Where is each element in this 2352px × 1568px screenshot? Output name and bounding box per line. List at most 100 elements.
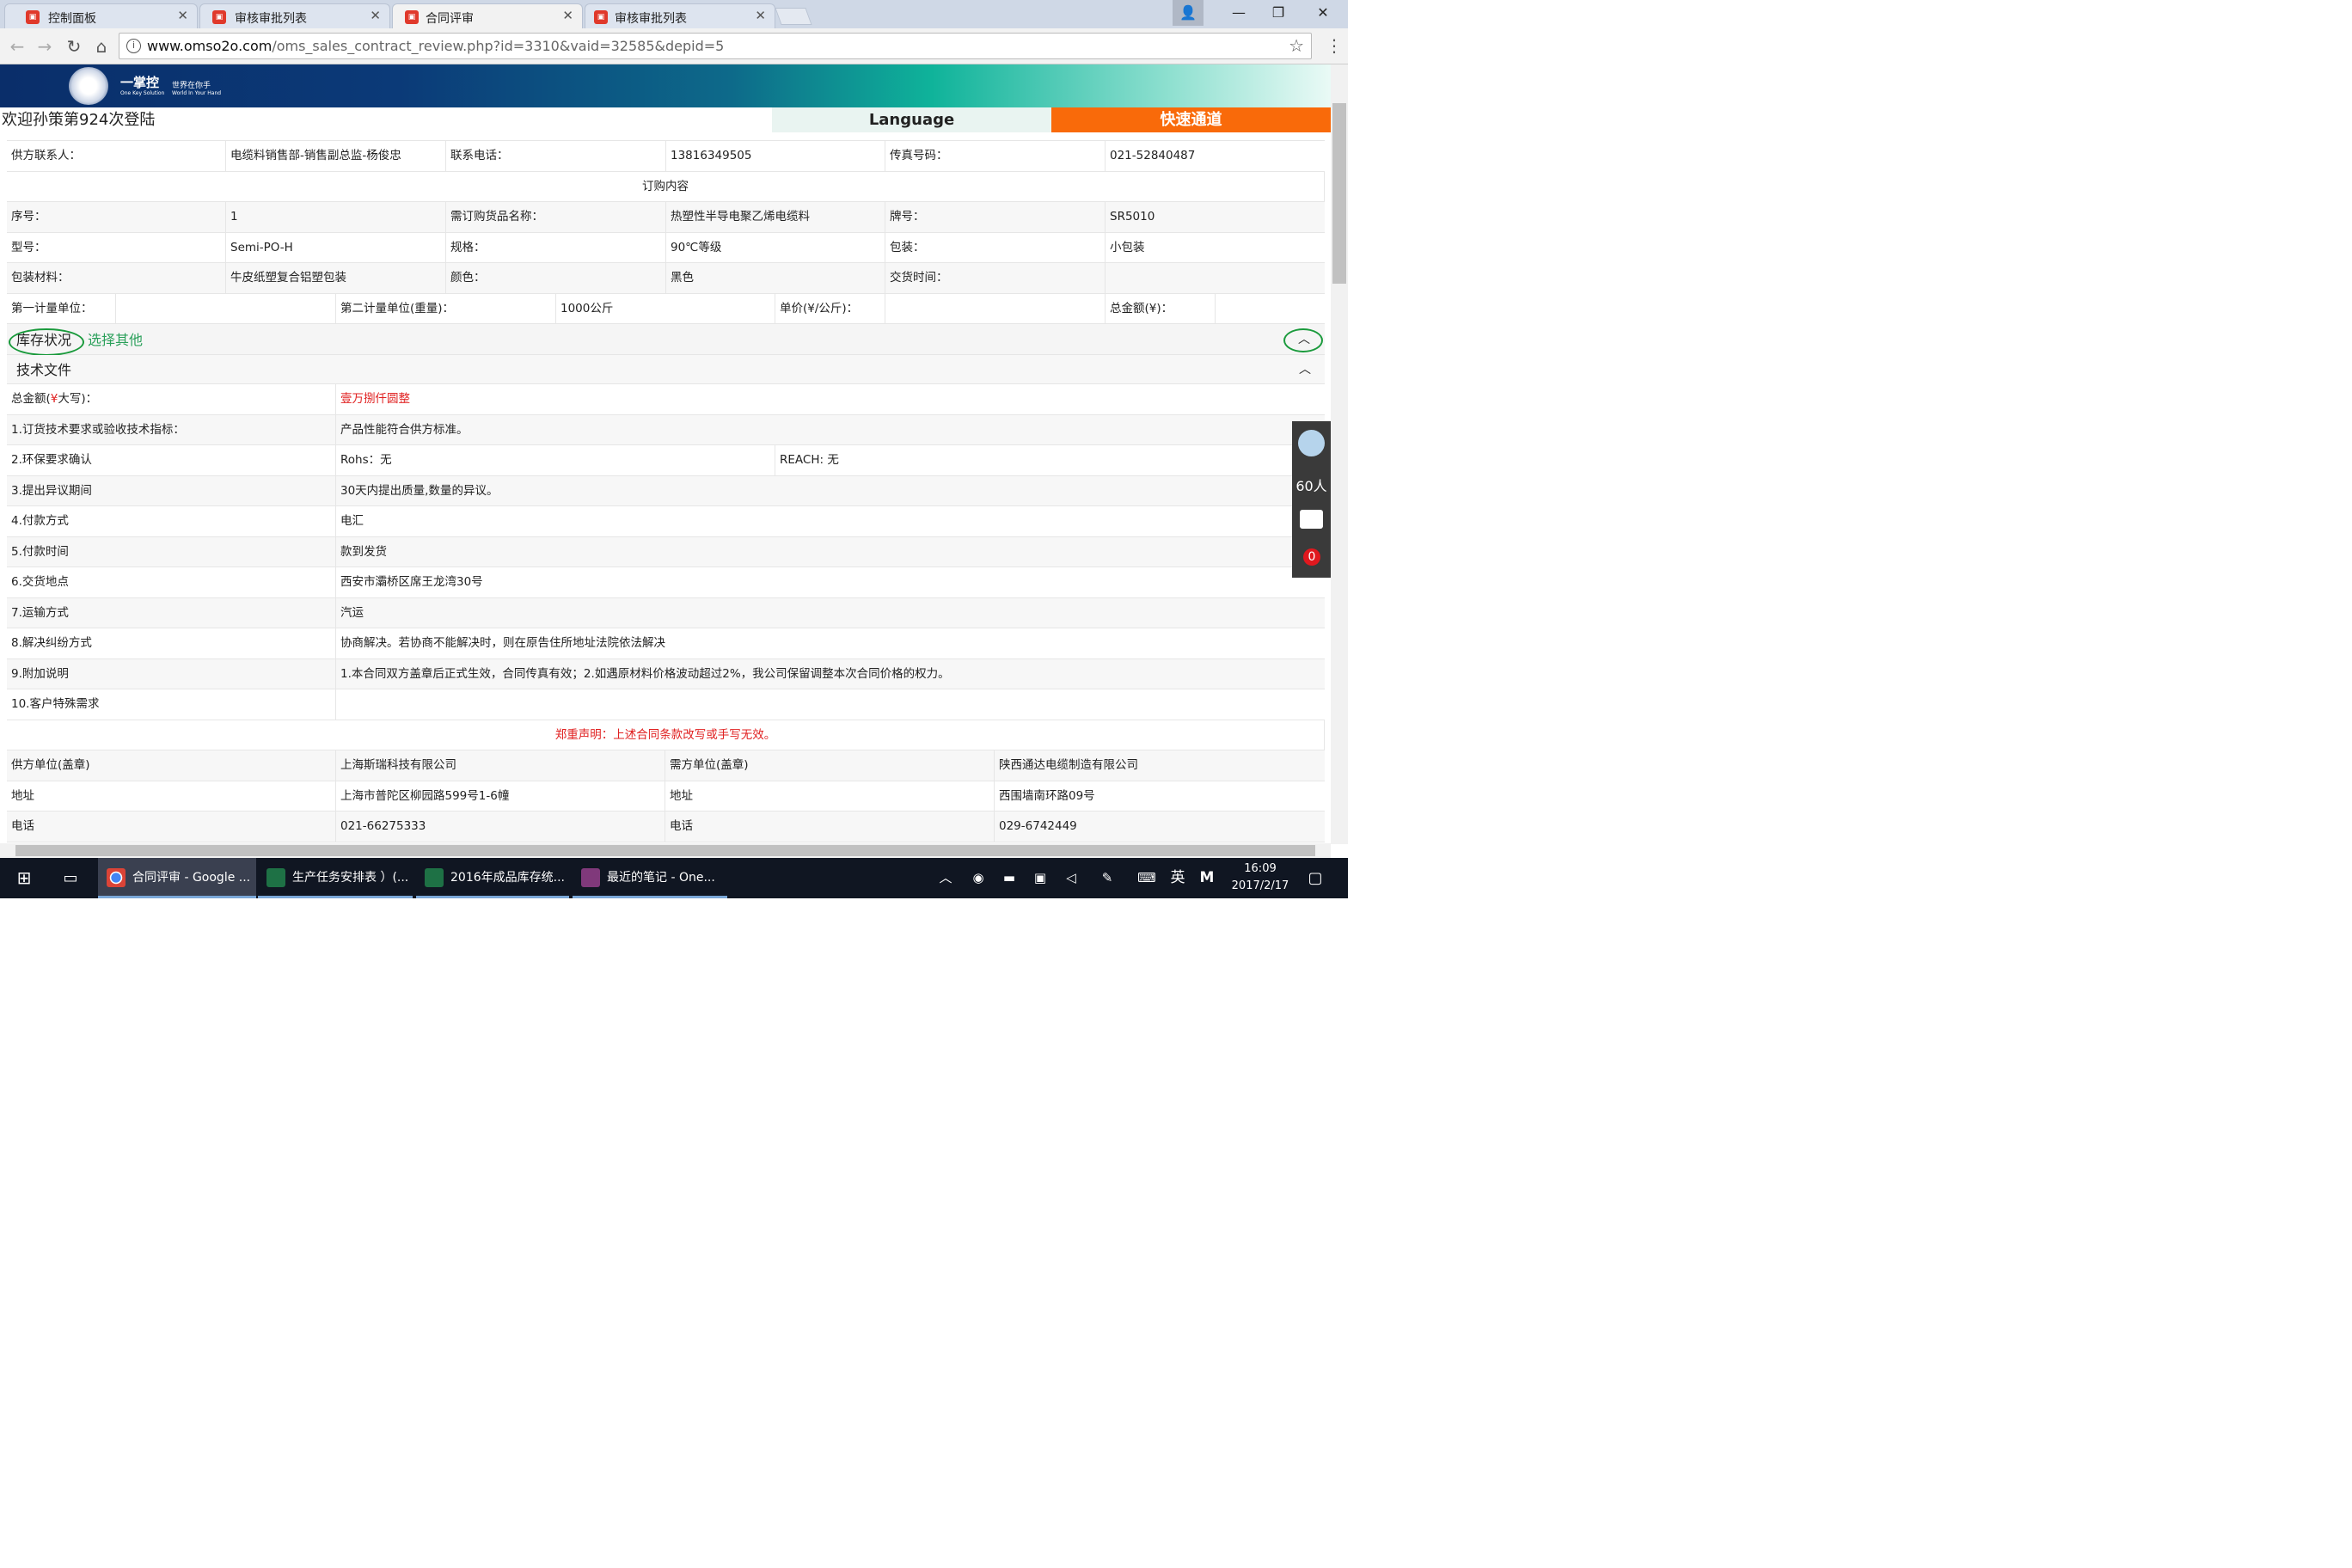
fax-value: 021-52840487 [1110, 149, 1196, 162]
browser-toolbar: ← → ↻ ⌂ i www.omso2o.com/oms_sales_contr… [0, 28, 1348, 64]
taskbar-item-excel-1[interactable]: 生产任务安排表 ）(... [258, 858, 413, 898]
select-other-link[interactable]: 选择其他 [88, 324, 143, 356]
tab-review-list[interactable]: ▣ 审核审批列表 ✕ [199, 3, 390, 28]
close-icon[interactable]: ✕ [177, 8, 188, 23]
term-value: 西安市灞桥区席王龙湾30号 [340, 575, 483, 589]
order-row-2: 型号： Semi-PO-H 规格： 90℃等级 包装： 小包装 [7, 233, 1325, 263]
profile-icon[interactable]: 👤 [1173, 0, 1204, 26]
battery-icon[interactable]: ▬ [997, 858, 1021, 898]
taskbar-item-chrome[interactable]: 合同评审 - Google ... [98, 858, 256, 898]
buyer-address-value: 西围墙南环路09号 [999, 789, 1095, 803]
term-label: 8.解决纠纷方式 [7, 628, 336, 658]
term-label: 7.运输方式 [7, 598, 336, 628]
browser-menu-icon[interactable]: ⋮ [1326, 35, 1343, 56]
taskbar-item-label: 合同评审 - Google ... [132, 871, 251, 885]
tech-files-label: 技术文件 [16, 362, 72, 378]
order-section-title: 订购内容 [7, 172, 1325, 201]
excel-icon [266, 868, 285, 887]
unit1-value [116, 294, 336, 323]
windows-start-icon[interactable]: ⊞ [7, 858, 41, 898]
url-path: /oms_sales_contract_review.php?id=3310&v… [272, 38, 725, 54]
term-label: 5.付款时间 [7, 537, 336, 567]
term-label: 4.付款方式 [7, 506, 336, 536]
order-section-row: 订购内容 [7, 172, 1325, 202]
buyer-address-label: 地址 [665, 781, 995, 811]
running-indicator [258, 896, 413, 898]
windows-taskbar: ⊞ ▭ 合同评审 - Google ... 生产任务安排表 ）(... 2016… [0, 858, 1348, 898]
term-value [336, 689, 1325, 720]
back-arrow-icon[interactable]: ← [5, 34, 29, 58]
color-value: 黑色 [666, 263, 885, 293]
brand-subslogan: World In Your Hand [172, 90, 222, 96]
reload-icon[interactable]: ↻ [62, 34, 86, 58]
taskbar-item-label: 2016年成品库存统... [450, 871, 565, 885]
brand-label: 牌号： [885, 202, 1106, 232]
close-icon[interactable]: ✕ [562, 8, 573, 23]
language-button[interactable]: Language [772, 107, 1051, 132]
chevron-up-icon[interactable]: ︿ [1299, 355, 1311, 385]
taskbar-item-excel-2[interactable]: 2016年成品库存统... [416, 858, 569, 898]
keyboard-icon[interactable]: ⌨ [1133, 858, 1161, 898]
product-value: 热塑性半导电聚乙烯电缆料 [666, 202, 885, 232]
phone-row: 电话 021-66275333 电话 029-6742449 [7, 812, 1325, 842]
color-label: 颜色： [446, 263, 666, 293]
total-label: 总金额(¥)： [1106, 294, 1216, 323]
tech-files-header[interactable]: 技术文件 ︿ [7, 355, 1325, 384]
address-bar[interactable]: i www.omso2o.com/oms_sales_contract_revi… [119, 33, 1312, 59]
vertical-scroll-thumb[interactable] [1332, 103, 1346, 284]
term-value: 汽运 [340, 606, 364, 620]
contract-review-form: 供方联系人： 电缆料销售部-销售副总监-杨俊忠 联系电话： 1381634950… [7, 134, 1325, 842]
chat-bubble-icon[interactable] [1300, 510, 1323, 529]
horizontal-scroll-thumb[interactable] [15, 845, 1315, 856]
chevron-up-icon[interactable]: ︿ [1298, 325, 1310, 355]
task-view-icon[interactable]: ▭ [53, 858, 88, 898]
ime-mode-indicator[interactable]: M [1195, 858, 1219, 898]
user-avatar-icon[interactable] [1298, 430, 1325, 456]
site-info-icon[interactable]: i [126, 39, 141, 53]
seq-label: 序号： [7, 202, 226, 232]
taskbar-item-onenote[interactable]: 最近的笔记 - One... [573, 858, 727, 898]
price-value [885, 294, 1106, 323]
home-icon[interactable]: ⌂ [89, 34, 113, 58]
term-label: 10.客户特殊需求 [7, 689, 336, 720]
term-row: 1.订货技术要求或验收技术指标： 产品性能符合供方标准。 [7, 415, 1325, 445]
term-value: 协商解决。若协商不能解决时，则在原告住所地址法院依法解决 [340, 636, 665, 650]
notifications-icon[interactable]: ▢ [1302, 858, 1329, 898]
term-label: 2.环保要求确认 [7, 445, 336, 475]
term-value: 30天内提出质量,数量的异议。 [340, 484, 499, 498]
taskbar-clock[interactable]: 16:09 2017/2/17 [1224, 861, 1296, 895]
forward-arrow-icon[interactable]: → [33, 34, 57, 58]
buyer-unit-value: 陕西通达电缆制造有限公司 [999, 758, 1138, 772]
bookmark-star-icon[interactable]: ☆ [1289, 35, 1304, 56]
tab-contract-review[interactable]: ▣ 合同评审 ✕ [392, 3, 583, 28]
volume-icon[interactable]: ◁ [1059, 858, 1083, 898]
clock-date: 2017/2/17 [1231, 879, 1289, 892]
tray-expand-icon[interactable]: ︿ [935, 858, 956, 898]
close-icon[interactable]: ✕ [755, 8, 766, 23]
tray-app-icon[interactable]: ◉ [966, 858, 990, 898]
close-icon[interactable]: ✕ [370, 8, 381, 23]
table-row-partial [7, 134, 1325, 141]
new-tab-button[interactable] [775, 8, 812, 25]
pen-icon[interactable]: ✎ [1095, 858, 1119, 898]
online-chat-widget[interactable]: 60人 0 [1292, 421, 1331, 578]
running-indicator [573, 896, 727, 898]
tab-control-panel[interactable]: ▣ 控制面板 ✕ [4, 3, 198, 28]
term-value: 电汇 [340, 514, 364, 528]
excel-icon [425, 868, 444, 887]
ime-language-indicator[interactable]: 英 [1166, 858, 1190, 898]
inventory-header[interactable]: 库存状况 选择其他 ︿ [7, 324, 1325, 356]
online-count: 60人 [1295, 478, 1327, 494]
inventory-label: 库存状况 [16, 332, 72, 348]
pack-label: 包装： [885, 233, 1106, 262]
minimize-icon[interactable]: — [1219, 0, 1259, 26]
restore-icon[interactable]: ❐ [1259, 0, 1298, 26]
rohs-value: Rohs：无 [336, 445, 775, 475]
tab-review-list-2[interactable]: ▣ 审核审批列表 ✕ [585, 3, 775, 28]
term-label: 1.订货技术要求或验收技术指标： [7, 415, 336, 444]
network-icon[interactable]: ▣ [1028, 858, 1052, 898]
window-close-icon[interactable]: ✕ [1303, 0, 1343, 26]
reach-value: REACH: 无 [780, 453, 839, 467]
fast-channel-button[interactable]: 快速通道 [1051, 107, 1331, 132]
url-host: www.omso2o.com [147, 38, 273, 54]
